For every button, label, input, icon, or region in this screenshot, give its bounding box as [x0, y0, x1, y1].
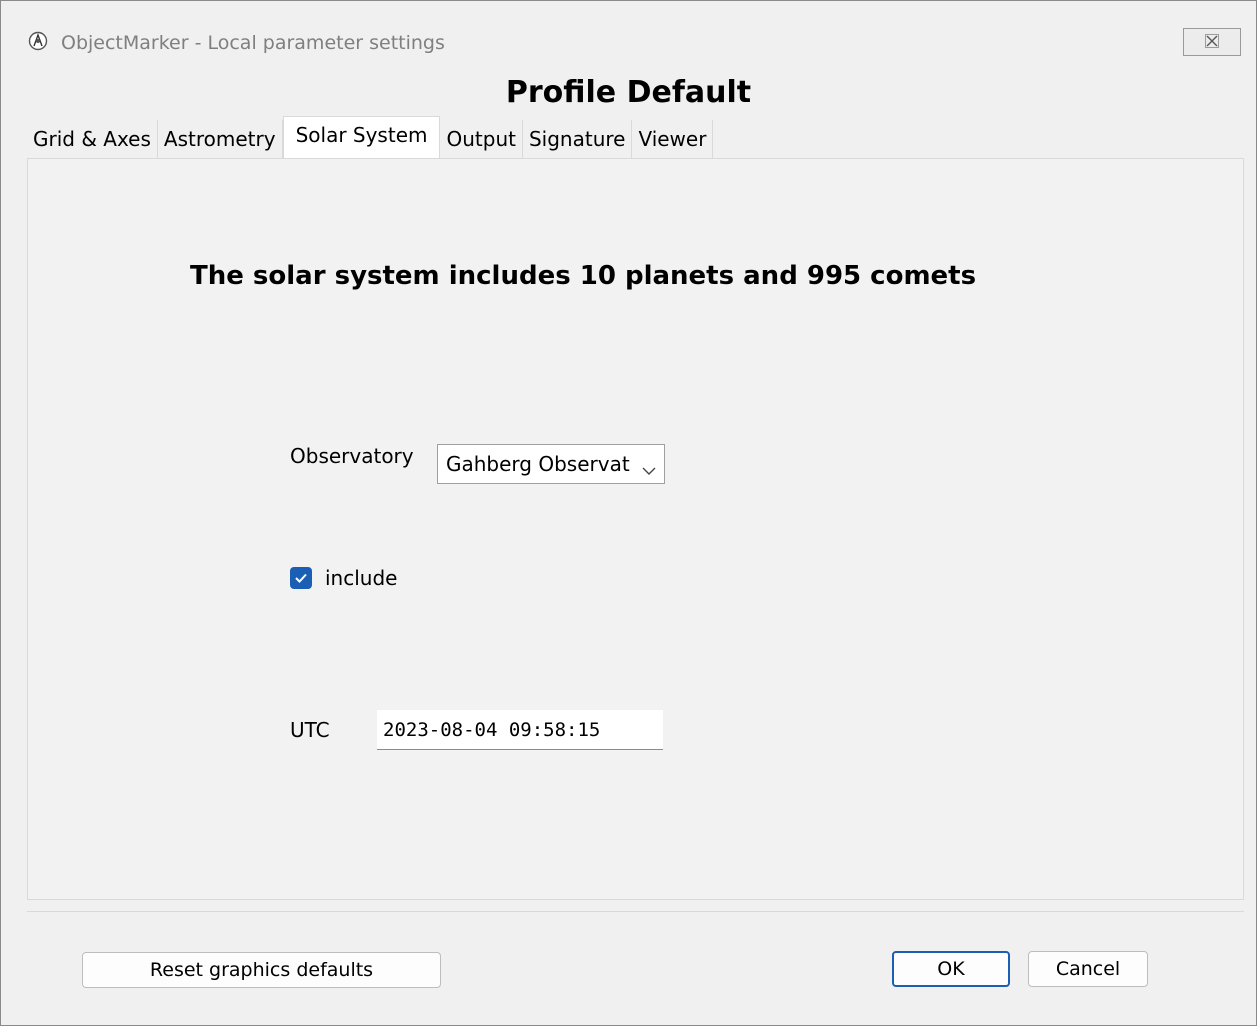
- tab-output[interactable]: Output: [440, 120, 523, 158]
- title-bar[interactable]: ObjectMarker - Local parameter settings: [1, 1, 1256, 57]
- profile-title: Profile Default: [505, 75, 752, 110]
- close-button[interactable]: [1183, 28, 1241, 56]
- observatory-select-value: Gahberg Observat: [446, 452, 630, 476]
- utc-input[interactable]: 2023-08-04 09:58:15: [377, 710, 663, 750]
- window-title: ObjectMarker - Local parameter settings: [61, 32, 445, 54]
- tab-astrometry[interactable]: Astrometry: [157, 120, 283, 158]
- ok-button[interactable]: OK: [892, 951, 1010, 987]
- settings-window: ObjectMarker - Local parameter settings …: [0, 0, 1257, 1026]
- observatory-label: Observatory: [290, 444, 414, 468]
- solar-system-panel: The solar system includes 10 planets and…: [27, 158, 1244, 900]
- tab-viewer[interactable]: Viewer: [632, 120, 714, 158]
- tab-bar: Grid & Axes Astrometry Solar System Outp…: [27, 116, 714, 158]
- solar-system-heading: The solar system includes 10 planets and…: [190, 261, 977, 291]
- include-checkbox[interactable]: [290, 567, 312, 589]
- include-label[interactable]: include: [325, 565, 397, 591]
- utc-label: UTC: [290, 718, 330, 742]
- tab-signature[interactable]: Signature: [522, 120, 633, 158]
- bottom-divider: [27, 911, 1244, 912]
- objectmarker-app-icon: [28, 31, 48, 51]
- observatory-select[interactable]: Gahberg Observat: [437, 444, 665, 484]
- chevron-down-icon: [642, 457, 656, 481]
- cancel-button[interactable]: Cancel: [1028, 951, 1148, 987]
- tab-grid-axes[interactable]: Grid & Axes: [27, 120, 158, 158]
- close-icon: [1205, 33, 1219, 52]
- tab-solar-system[interactable]: Solar System: [282, 116, 441, 158]
- checkmark-icon: [294, 569, 308, 588]
- reset-graphics-defaults-button[interactable]: Reset graphics defaults: [82, 952, 441, 988]
